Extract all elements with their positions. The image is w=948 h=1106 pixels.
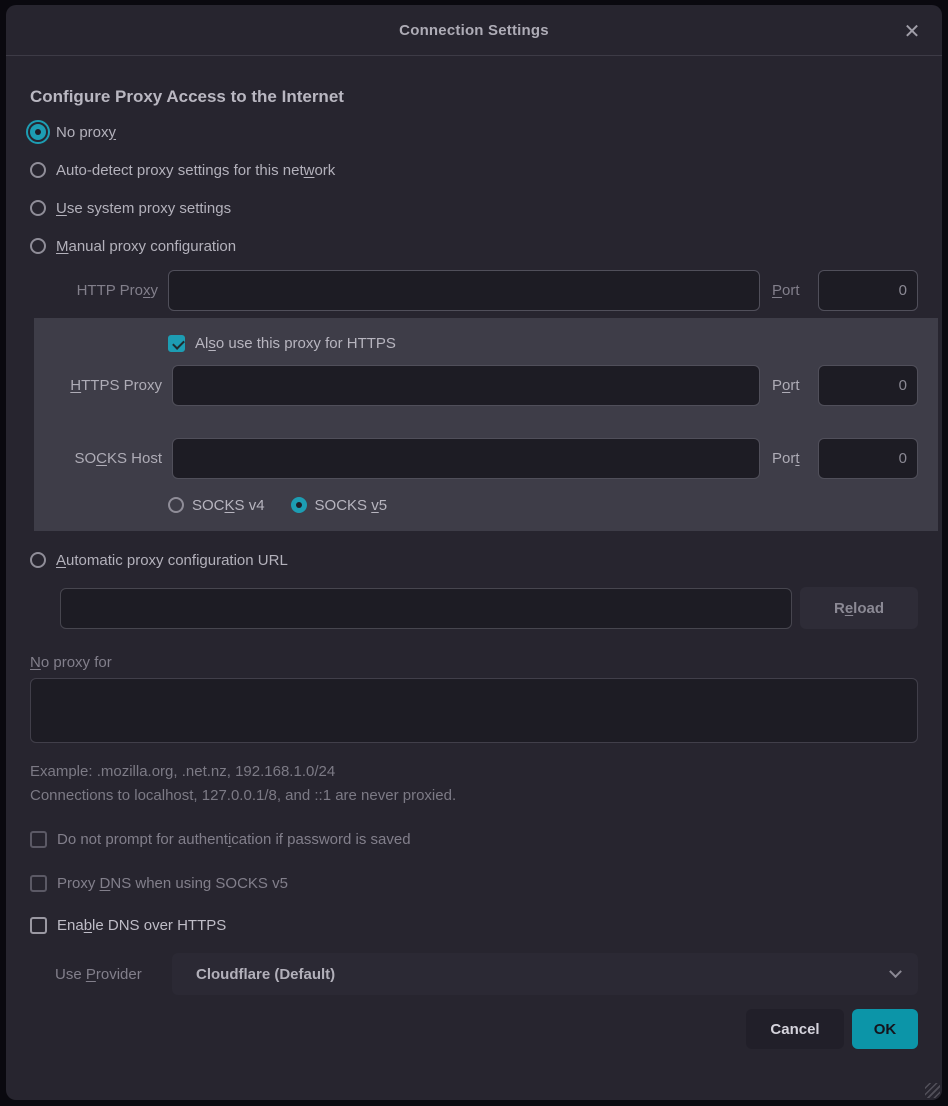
http-proxy-input [168,270,760,311]
radio-socks-v4-label: SOCKS v4 [192,497,265,514]
provider-selected-value: Cloudflare (Default) [196,966,335,983]
radio-manual-proxy-label: Manual proxy configuration [56,238,236,255]
no-proxy-example-hint: Example: .mozilla.org, .net.nz, 192.168.… [30,763,918,780]
radio-system-proxy[interactable] [30,200,46,216]
http-port-input [818,270,918,311]
reload-button: Reload [800,587,918,629]
enable-doh-row[interactable]: Enable DNS over HTTPS [30,917,918,934]
close-button[interactable]: ✕ [896,15,928,47]
radio-row-manual-proxy[interactable]: Manual proxy configuration [30,227,918,265]
proxy-dns-label: Proxy DNS when using SOCKS v5 [57,875,288,892]
radio-auto-detect[interactable] [30,162,46,178]
cancel-button[interactable]: Cancel [746,1009,844,1049]
radio-row-no-proxy[interactable]: No proxy [30,113,918,151]
proxy-dns-checkbox [30,875,47,892]
no-proxy-for-label: No proxy for [30,654,918,671]
http-proxy-label: HTTP Proxy [30,282,162,299]
footer-buttons: Cancel OK [30,1009,918,1049]
https-proxy-row: HTTPS Proxy Port [34,365,918,406]
radio-system-proxy-label: Use system proxy settings [56,200,231,217]
radio-socks-v5-label: SOCKS v5 [315,497,388,514]
radio-auto-url[interactable] [30,552,46,568]
https-proxy-label: HTTPS Proxy [34,377,166,394]
localhost-note-hint: Connections to localhost, 127.0.0.1/8, a… [30,787,918,804]
provider-row: Use Provider Cloudflare (Default) [55,953,918,995]
also-https-checkbox [168,335,185,352]
radio-socks-v4 [168,497,184,513]
also-https-label: Also use this proxy for HTTPS [195,335,396,352]
radio-no-proxy-label: No proxy [56,124,116,141]
chevron-down-icon [889,965,902,978]
no-proxy-for-textarea [30,678,918,743]
proxy-dns-row: Proxy DNS when using SOCKS v5 [30,875,918,892]
enable-doh-checkbox[interactable] [30,917,47,934]
radio-auto-detect-label: Auto-detect proxy settings for this netw… [56,162,335,179]
ok-button[interactable]: OK [852,1009,918,1049]
radio-row-auto-detect[interactable]: Auto-detect proxy settings for this netw… [30,151,918,189]
https-port-input [818,365,918,406]
socks-host-label: SOCKS Host [34,450,166,467]
no-prompt-auth-checkbox [30,831,47,848]
socks-port-label: Port [766,450,812,467]
auto-config-url-row: Reload [60,587,918,629]
radio-manual-proxy[interactable] [30,238,46,254]
http-port-label: Port [766,282,812,299]
dialog-title: Connection Settings [399,22,549,39]
dialog-content: Configure Proxy Access to the Internet N… [6,87,942,1059]
http-proxy-row: HTTP Proxy Port [30,270,918,311]
provider-dropdown: Cloudflare (Default) [172,953,918,995]
ok-button-label: OK [874,1021,897,1038]
radio-auto-url-label: Automatic proxy configuration URL [56,552,288,569]
no-prompt-auth-row: Do not prompt for authentication if pass… [30,831,918,848]
radio-no-proxy[interactable] [30,124,46,140]
page-title: Configure Proxy Access to the Internet [30,87,918,107]
https-proxy-input [172,365,760,406]
provider-label: Use Provider [55,966,167,983]
socks-host-input [172,438,760,479]
radio-row-system-proxy[interactable]: Use system proxy settings [30,189,918,227]
https-port-label: Port [766,377,812,394]
close-icon: ✕ [904,19,921,44]
radio-socks-v5 [291,497,307,513]
radio-row-auto-url[interactable]: Automatic proxy configuration URL [30,541,918,579]
also-https-row: Also use this proxy for HTTPS [168,327,918,359]
highlighted-section: Also use this proxy for HTTPS HTTPS Prox… [34,318,938,531]
connection-settings-dialog: Connection Settings ✕ Configure Proxy Ac… [6,5,942,1100]
auto-config-url-input [60,588,792,629]
no-prompt-auth-label: Do not prompt for authentication if pass… [57,831,411,848]
cancel-button-label: Cancel [770,1021,819,1038]
socks-port-input [818,438,918,479]
socks-version-row: SOCKS v4 SOCKS v5 [168,491,918,519]
resize-grip[interactable] [925,1083,940,1098]
socks-host-row: SOCKS Host Port [34,438,918,479]
enable-doh-label: Enable DNS over HTTPS [57,917,226,934]
dialog-header: Connection Settings ✕ [6,5,942,56]
reload-button-label: Reload [834,600,884,617]
